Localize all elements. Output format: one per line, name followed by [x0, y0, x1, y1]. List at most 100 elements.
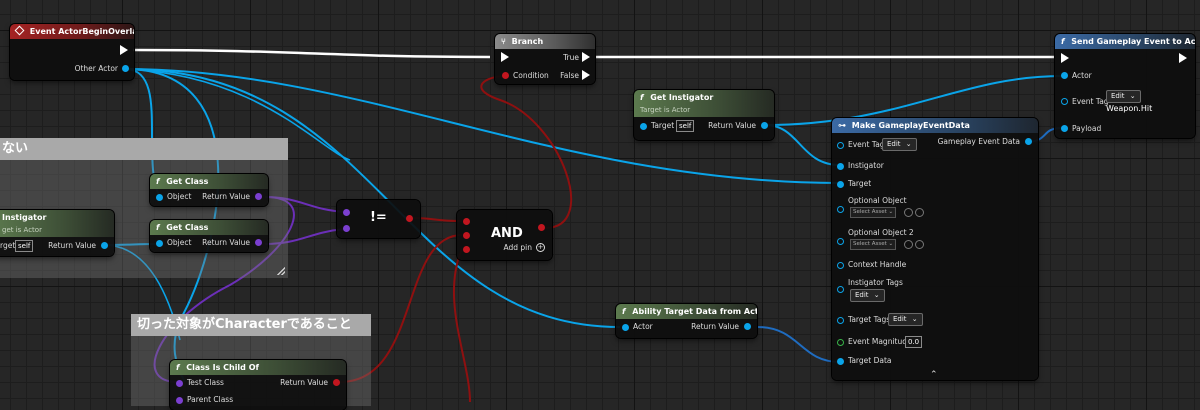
branch-node[interactable]: ⑂ Branch True Condition False: [495, 34, 595, 84]
context-handle-pin[interactable]: [837, 262, 844, 269]
event-tag-edit-button[interactable]: Edit ⌄: [1106, 90, 1141, 103]
wire-and-down: [453, 248, 471, 402]
node-title: Instigator: [2, 213, 47, 222]
parent-class-pin[interactable]: [176, 397, 183, 404]
condition-pin[interactable]: [502, 72, 509, 79]
not-equal-node[interactable]: !=: [337, 200, 420, 238]
ability-target-data-from-actor-node[interactable]: f Ability Target Data from Actor Actor R…: [616, 304, 757, 338]
object-pin[interactable]: [156, 194, 163, 201]
struct-icon: ⊶: [838, 121, 846, 130]
pin-label-event-magnitude: Event Magnitude: [848, 337, 912, 346]
pin-label-payload: Payload: [1072, 124, 1102, 133]
use-selected-icon[interactable]: [904, 240, 913, 249]
get-class-node-2[interactable]: f Get Class Object Return Value: [150, 220, 268, 252]
pin-label-parent-class: Parent Class: [187, 395, 234, 404]
make-gameplay-event-data-node[interactable]: ⊶ Make GameplayEventData Event Tag Edit …: [832, 118, 1038, 380]
function-icon: f: [1061, 37, 1065, 46]
send-gameplay-event-node[interactable]: f Send Gameplay Event to Actor Actor Eve…: [1055, 34, 1195, 138]
return-value-pin[interactable]: [333, 379, 340, 386]
chevron-up-icon[interactable]: ⌃: [930, 370, 938, 380]
pin-label-gameplay-event-data: Gameplay Event Data: [937, 137, 1020, 146]
pin-label-target-data: Target Data: [848, 356, 892, 365]
add-pin-label[interactable]: Add pin: [503, 243, 532, 253]
chevron-down-icon: ⌄: [886, 209, 894, 215]
return-value-pin[interactable]: [744, 323, 751, 330]
use-selected-icon[interactable]: [904, 208, 913, 217]
exec-true-pin[interactable]: [582, 52, 590, 62]
other-actor-pin[interactable]: [122, 65, 129, 72]
instigator-pin[interactable]: [837, 163, 844, 170]
comment-box-left[interactable]: ない: [0, 138, 288, 278]
pin-label-instigator: Instigator: [848, 161, 884, 170]
pin-label-target-tags: Target Tags: [848, 315, 891, 324]
and-input-pin-a[interactable]: [463, 218, 470, 225]
bool-out-pin[interactable]: [406, 215, 413, 222]
exec-out-pin[interactable]: [120, 45, 128, 55]
resize-grip-icon[interactable]: [277, 267, 285, 275]
optional-object-2-pin[interactable]: [837, 238, 844, 245]
pin-label-optional-object: Optional Object: [848, 196, 907, 205]
add-pin-icon[interactable]: +: [536, 243, 545, 252]
node-subtitle: Target is Actor: [640, 106, 691, 114]
node-title: Event ActorBeginOverlap: [29, 27, 134, 36]
event-tag-pin[interactable]: [837, 142, 844, 149]
event-tag-edit-button[interactable]: Edit ⌄: [882, 138, 917, 151]
actor-pin[interactable]: [622, 324, 629, 331]
target-tags-pin[interactable]: [837, 317, 844, 324]
return-value-pin[interactable]: [761, 122, 768, 129]
target-pin[interactable]: [640, 123, 647, 130]
exec-in-pin[interactable]: [501, 52, 509, 62]
bool-out-pin[interactable]: [538, 224, 545, 231]
select-asset-dropdown-1[interactable]: Select Asset ⌄: [850, 207, 897, 218]
exec-false-pin[interactable]: [582, 70, 590, 80]
and-input-pin-c[interactable]: [463, 246, 470, 253]
test-class-pin[interactable]: [176, 380, 183, 387]
class-is-child-of-node[interactable]: f Class Is Child Of Test Class Return Va…: [170, 360, 346, 410]
return-value-pin[interactable]: [255, 193, 262, 200]
class-a-pin[interactable]: [343, 209, 350, 216]
get-class-node-1[interactable]: f Get Class Object Return Value: [150, 174, 268, 206]
pin-label-object: Object: [167, 192, 192, 201]
target-tags-edit-button[interactable]: Edit ⌄: [888, 313, 923, 326]
browse-search-icon[interactable]: [915, 240, 924, 249]
comment-title-bottom: 切った対象がCharacterであること: [131, 314, 371, 336]
get-instigator-left-node[interactable]: Instigator get is Actor rget self Return…: [0, 210, 114, 256]
exec-out-pin[interactable]: [1179, 53, 1187, 63]
pin-label-actor: Actor: [633, 322, 653, 331]
pin-label-object: Object: [167, 238, 192, 247]
event-magnitude-pin[interactable]: [837, 339, 844, 346]
class-b-pin[interactable]: [343, 225, 350, 232]
select-asset-dropdown-2[interactable]: Select Asset ⌄: [850, 239, 897, 250]
wire-abilitydata-to-targetdata: [756, 326, 841, 363]
return-value-pin[interactable]: [255, 239, 262, 246]
wire-instigator-to-make-instigator: [764, 124, 841, 166]
pin-label-true: True: [563, 53, 579, 62]
instigator-tags-edit-button[interactable]: Edit ⌄: [850, 289, 885, 302]
target-self-field[interactable]: self: [15, 240, 34, 252]
object-pin[interactable]: [156, 240, 163, 247]
chevron-down-icon: ⌄: [886, 241, 894, 247]
exec-in-pin[interactable]: [1061, 53, 1069, 63]
target-data-pin[interactable]: [837, 358, 844, 365]
actor-pin[interactable]: [1061, 72, 1068, 79]
not-equal-label: !=: [370, 210, 387, 225]
optional-object-pin[interactable]: [837, 206, 844, 213]
pin-label-return: Return Value: [280, 378, 328, 387]
instigator-tags-pin[interactable]: [837, 286, 844, 293]
return-value-pin[interactable]: [101, 242, 108, 249]
target-pin[interactable]: [837, 181, 844, 188]
target-self-field[interactable]: self: [676, 120, 695, 132]
and-node[interactable]: AND Add pin +: [457, 210, 552, 260]
pin-label-target: Target: [651, 121, 675, 130]
pin-label-target: rget: [0, 241, 16, 250]
event-tag-pin[interactable]: [1061, 98, 1068, 105]
pin-label-actor: Actor: [1072, 71, 1092, 80]
event-actor-begin-overlap-node[interactable]: Event ActorBeginOverlap Other Actor: [10, 24, 134, 80]
chevron-down-icon: ⌄: [1129, 92, 1136, 100]
gameplay-event-data-pin[interactable]: [1025, 138, 1032, 145]
payload-pin[interactable]: [1061, 125, 1068, 132]
get-instigator-node[interactable]: f Get Instigator Target is Actor Target …: [634, 90, 774, 140]
browse-search-icon[interactable]: [915, 208, 924, 217]
event-magnitude-field[interactable]: 0.0: [905, 336, 923, 348]
and-input-pin-b[interactable]: [463, 232, 470, 239]
